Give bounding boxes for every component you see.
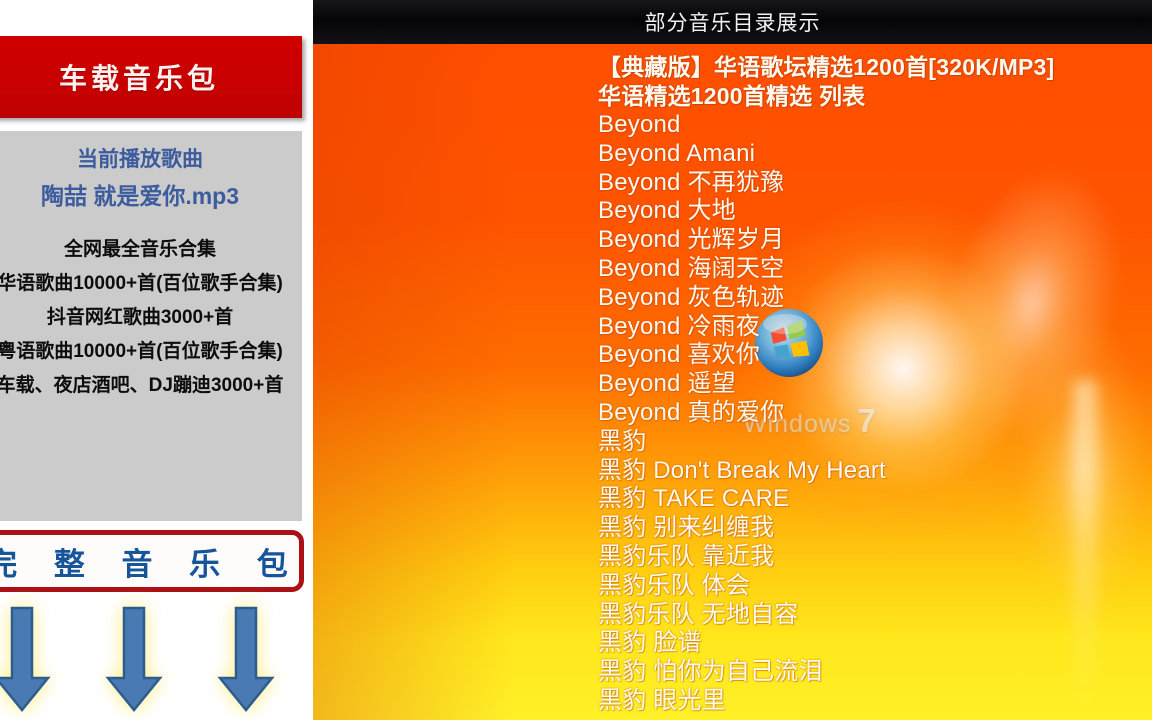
list-item: Beyond 光辉岁月 [598,226,785,254]
list-item: Beyond [598,111,681,138]
feature-item: 抖音网红歌曲3000+首 [46,307,234,328]
down-arrow-icon [0,604,58,720]
feature-item: 华语歌曲10000+首(百位歌手合集) [0,273,283,294]
list-item: 黑豹 Don't Break My Heart [598,456,886,484]
list-item: Beyond 海阔天空 [598,254,785,282]
list-item: 黑豹乐队 无地自容 [598,600,799,628]
list-item: 【典藏版】华语歌坛精选1200首[320K/MP3] [598,54,1055,80]
screenshot-root: 车载音乐包 当前播放歌曲 陶喆 就是爱你.mp3 全网最全音乐合集 华语歌曲10… [0,0,1152,720]
list-item: Beyond 灰色轨迹 [598,283,785,311]
list-item: 黑豹乐队 靠近我 [598,542,775,570]
promo-banner: 车载音乐包 [0,36,302,118]
list-item: 黑豹 TAKE CARE [598,485,790,513]
complete-package-cta-label: 完 整 音 乐 包 [0,546,302,582]
list-item: 黑豹乐队 体会 [598,571,751,599]
list-item: Beyond 不再犹豫 [598,168,785,196]
list-item: 黑豹 眼光里 [598,686,726,714]
catalog-header: 部分音乐目录展示 [313,0,1152,44]
background-left-shade [313,42,513,720]
song-list: 【典藏版】华语歌坛精选1200首[320K/MP3] 华语精选1200首精选 列… [598,53,1152,716]
now-playing-block: 当前播放歌曲 陶喆 就是爱你.mp3 [0,143,302,215]
catalog-panel: Windows 7 部分音乐目录展示 【典藏版】华语歌坛精选1200首[320K/… [313,0,1152,720]
list-item: 黑豹 别来纠缠我 [598,514,775,542]
info-card: 当前播放歌曲 陶喆 就是爱你.mp3 全网最全音乐合集 华语歌曲10000+首(… [0,131,302,521]
arrow-row [0,604,302,720]
list-item: Beyond 大地 [598,197,736,225]
down-arrow-icon [98,604,170,720]
list-item: Beyond 遥望 [598,370,736,398]
feature-item: 粤语歌曲10000+首(百位歌手合集) [0,341,283,362]
list-item: Beyond 冷雨夜 [598,312,761,340]
feature-item: 车载、夜店酒吧、DJ蹦迪3000+首 [0,375,284,396]
feature-list: 全网最全音乐合集 华语歌曲10000+首(百位歌手合集) 抖音网红歌曲3000+… [0,233,302,403]
catalog-header-title: 部分音乐目录展示 [644,12,821,35]
left-promo-panel: 车载音乐包 当前播放歌曲 陶喆 就是爱你.mp3 全网最全音乐合集 华语歌曲10… [0,0,313,720]
list-item: Beyond 喜欢你 [598,341,761,369]
now-playing-track: 陶喆 就是爱你.mp3 [40,183,240,209]
complete-package-cta[interactable]: 完 整 音 乐 包 [0,530,304,592]
down-arrow-icon [210,604,282,720]
feature-item: 全网最全音乐合集 [63,239,216,260]
list-item: 华语精选1200首精选 列表 [598,83,866,109]
promo-banner-title: 车载音乐包 [58,63,219,94]
list-item: 黑豹 [598,427,647,455]
now-playing-label: 当前播放歌曲 [77,148,203,171]
list-item: 黑豹 怕你为自己流泪 [598,658,823,686]
list-item: Beyond Amani [598,139,756,167]
list-item: Beyond 真的爱你 [598,398,785,426]
list-item: 黑豹 脸谱 [598,629,702,657]
